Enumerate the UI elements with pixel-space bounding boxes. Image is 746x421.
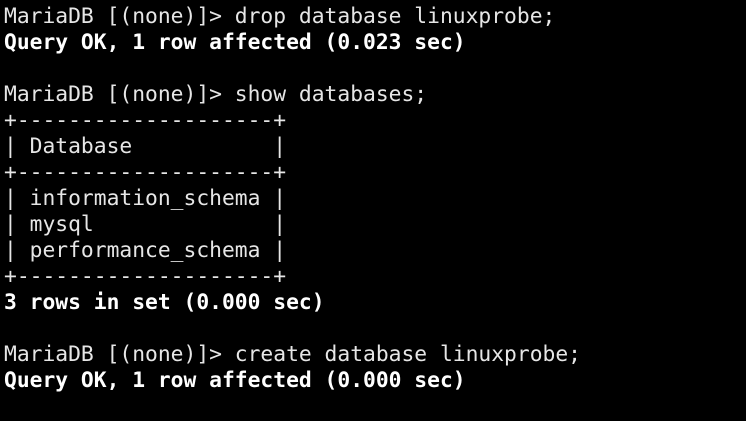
table-border-line: +--------------------+ bbox=[4, 108, 287, 133]
table-row: | mysql | bbox=[4, 212, 287, 237]
query-result-line: Query OK, 1 row affected (0.000 sec) bbox=[4, 368, 466, 393]
table-row: | information_schema | bbox=[4, 186, 287, 211]
query-result-line: Query OK, 1 row affected (0.023 sec) bbox=[4, 30, 466, 55]
table-border-line: +--------------------+ bbox=[4, 264, 287, 289]
prompt-line: MariaDB [(none)]> show databases; bbox=[4, 82, 428, 107]
table-border-line: +--------------------+ bbox=[4, 160, 287, 185]
prompt-line: MariaDB [(none)]> create database linuxp… bbox=[4, 342, 581, 367]
table-header-line: | Database | bbox=[4, 134, 287, 159]
prompt-line: MariaDB [(none)]> drop database linuxpro… bbox=[4, 4, 556, 29]
terminal-window[interactable]: MariaDB [(none)]> drop database linuxpro… bbox=[0, 0, 746, 421]
table-row: | performance_schema | bbox=[4, 238, 287, 263]
rows-in-set-line: 3 rows in set (0.000 sec) bbox=[4, 290, 325, 315]
